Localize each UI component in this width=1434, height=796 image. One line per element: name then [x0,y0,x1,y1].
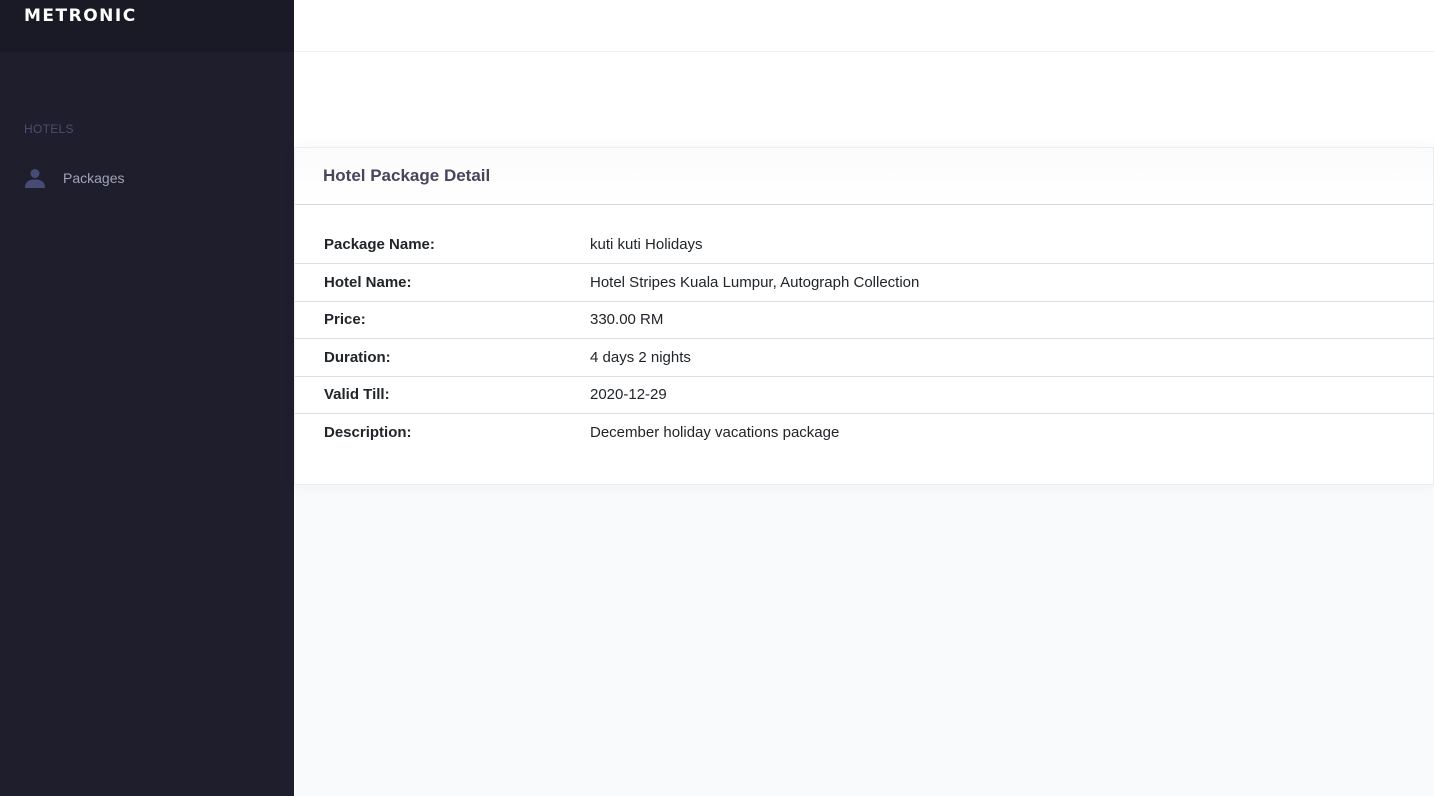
user-icon [24,167,46,189]
brand-logo[interactable]: METRONIC [24,6,137,26]
card-title: Hotel Package Detail [323,166,491,185]
table-row: Description: December holiday vacations … [295,413,1434,451]
row-label: Package Name: [324,236,435,253]
row-label: Valid Till: [295,375,590,414]
row-value: Hotel Stripes Kuala Lumpur, Autograph Co… [590,263,1434,301]
row-value: kuti kuti Holidays [590,236,703,253]
main-content: Hotel Package Detail Package Name: kuti … [294,0,1434,796]
app-root: METRONIC HOTELS Packages Hotel Package D… [0,0,1434,796]
sidebar-item-label: Packages [63,170,125,186]
menu-section-title: HOTELS [24,122,74,136]
detail-table: Package Name: kuti kuti Holidays Hotel N… [295,226,1434,451]
row-label: Duration: [295,338,590,376]
package-detail-card: Hotel Package Detail Package Name: kuti … [294,147,1434,485]
row-label: Description: [295,413,590,451]
row-value: 330.00 RM [590,300,1434,339]
row-label: Hotel Name: [295,263,590,301]
row-label: Price: [295,300,590,339]
subheader [294,52,1434,147]
row-value: December holiday vacations package [590,413,1434,451]
table-row: Valid Till: 2020-12-29 [295,375,1434,414]
brand-bar: METRONIC [0,0,294,52]
table-row: Hotel Name: Hotel Stripes Kuala Lumpur, … [295,263,1434,301]
row-value: 4 days 2 nights [590,338,1434,376]
sidebar: METRONIC HOTELS Packages [0,0,294,796]
table-row: Package Name: kuti kuti Holidays [295,226,1434,264]
card-header: Hotel Package Detail [295,148,1433,205]
table-row: Duration: 4 days 2 nights [295,338,1434,376]
table-row: Price: 330.00 RM [295,300,1434,339]
row-value: 2020-12-29 [590,375,1434,414]
sidebar-item-packages[interactable]: Packages [0,160,294,196]
top-header [294,0,1434,52]
